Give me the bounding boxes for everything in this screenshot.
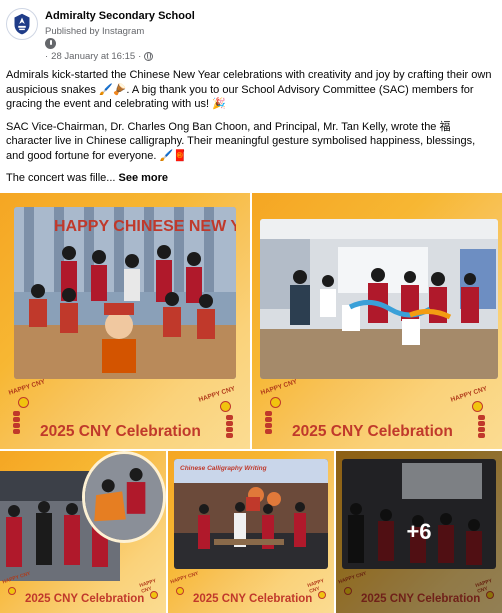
more-photos-overlay[interactable]: +6: [336, 451, 502, 613]
circle-inset-photo: [82, 451, 166, 543]
gold-coin-icon: [150, 591, 158, 599]
post-paragraph-1: Admirals kick-started the Chinese New Ye…: [6, 69, 492, 110]
photo-tile-1[interactable]: HAPPY CHINESE NEW YEAR HAPPY CNY: [0, 193, 250, 449]
group-photo-stage: HAPPY CHINESE NEW YEAR: [14, 207, 236, 379]
gold-coin-icon: [270, 397, 281, 408]
truncated-text: The concert was fille...: [6, 172, 116, 184]
school-crest-icon: [7, 9, 37, 39]
photo-tile-5[interactable]: HAPPY CNY HAPPY CNY 2025 CNY Celebration…: [336, 451, 502, 613]
gold-coin-icon: [176, 587, 184, 595]
meta-separator-2: ·: [138, 51, 142, 62]
see-more-link[interactable]: See more: [119, 172, 169, 184]
calligraphy-photo: Chinese Calligraphy Writing: [174, 459, 328, 569]
firecracker-icon: [265, 411, 272, 435]
photo-tile-2[interactable]: HAPPY CNY HAPPY CNY 2025 CNY Celebration: [252, 193, 502, 449]
happy-cny-label: HAPPY CNY: [169, 570, 200, 586]
more-photos-count: +6: [406, 519, 432, 544]
post-header: Admiralty Secondary School Published by …: [0, 0, 502, 66]
post-paragraph-2: SAC Vice-Chairman, Dr. Charles Ong Ban C…: [6, 120, 476, 162]
photo-tile-3[interactable]: HAPPY CNY HAPPY CNY 2025 CNY Celebration: [0, 451, 166, 613]
gold-coin-icon: [220, 401, 231, 412]
tile-caption: 2025 CNY Celebration: [193, 593, 313, 605]
photo-tile-4[interactable]: Chinese Calligraphy Writing HAPPY CNY HA…: [168, 451, 334, 613]
gold-coin-icon: [18, 397, 29, 408]
gold-coin-icon: [8, 587, 16, 595]
page-avatar[interactable]: [6, 8, 38, 40]
meta-separator: ·: [45, 51, 49, 62]
tile-caption: 2025 CNY Celebration: [292, 423, 453, 440]
banner-text: HAPPY CHINESE NEW YEAR: [54, 218, 236, 235]
firecracker-icon: [13, 411, 20, 435]
group-photo-classroom: [260, 219, 498, 379]
post-paragraph-3: The concert was fille... See more: [6, 171, 496, 186]
photo-grid: HAPPY CHINESE NEW YEAR HAPPY CNY: [0, 193, 502, 613]
map-pin-icon[interactable]: [45, 38, 56, 49]
post-timestamp[interactable]: 28 January at 16:15: [51, 51, 135, 62]
board-text: Chinese Calligraphy Writing: [180, 465, 267, 472]
happy-cny-label: HAPPY CNY: [259, 378, 298, 397]
firecracker-icon: [226, 415, 233, 439]
happy-cny-label: HAPPY CNY: [7, 378, 46, 397]
tile-caption: 2025 CNY Celebration: [25, 593, 145, 605]
happy-cny-label: HAPPY CNY: [197, 385, 236, 404]
post-body: Admirals kick-started the Chinese New Ye…: [6, 68, 496, 194]
post-meta: · 28 January at 16:15 ·: [45, 51, 154, 62]
tile-caption: 2025 CNY Celebration: [40, 423, 201, 440]
publisher-label: Published by Instagram: [45, 26, 145, 37]
globe-icon[interactable]: [144, 52, 154, 61]
page-name-link[interactable]: Admiralty Secondary School: [45, 10, 195, 22]
firecracker-icon: [478, 415, 485, 439]
happy-cny-label: HAPPY CNY: [449, 385, 488, 404]
gold-coin-icon: [318, 591, 326, 599]
gold-coin-icon: [472, 401, 483, 412]
